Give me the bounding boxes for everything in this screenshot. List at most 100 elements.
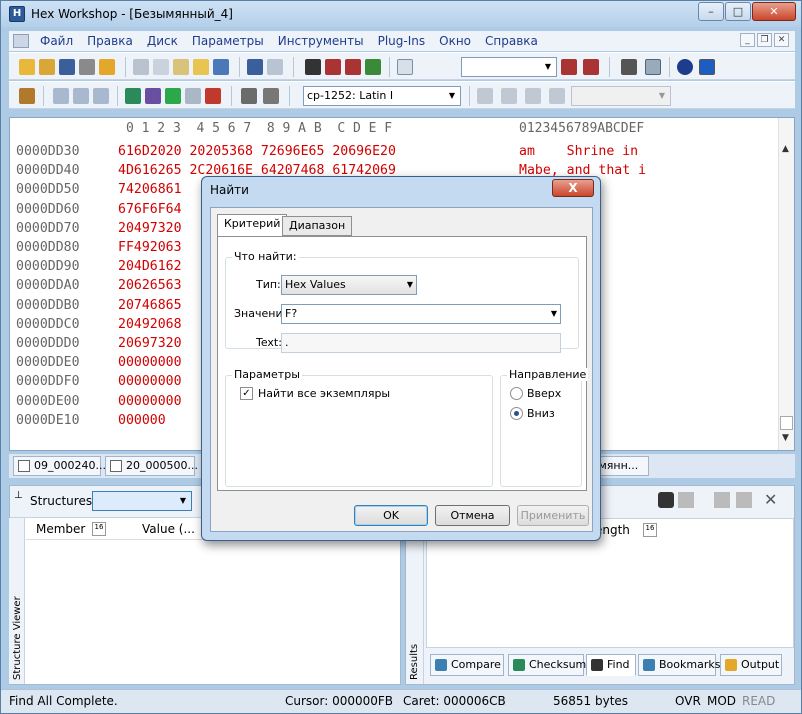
sync-icon[interactable]	[93, 88, 109, 104]
base-convert-icon[interactable]	[621, 59, 637, 75]
menu-plugins[interactable]: Plug-Ins	[371, 34, 433, 48]
scroll-thumb[interactable]	[780, 416, 793, 430]
ok-button[interactable]: OK	[354, 505, 428, 526]
hammer-icon[interactable]	[19, 88, 35, 104]
next-record-icon[interactable]	[525, 88, 541, 104]
clear-results-icon[interactable]	[678, 492, 694, 508]
menu-help[interactable]: Справка	[478, 34, 545, 48]
copy-icon[interactable]	[153, 59, 169, 75]
maximize-button[interactable]: □	[725, 2, 751, 21]
close-button[interactable]: ✕	[752, 2, 796, 21]
doc-tab-2[interactable]: 20_000500...	[105, 456, 198, 476]
document-icon[interactable]	[13, 34, 29, 48]
open-icon[interactable]	[39, 59, 55, 75]
row-hex-bytes[interactable]: 00000000	[118, 353, 182, 372]
mdi-close-icon[interactable]: ✕	[774, 33, 789, 47]
row-hex-bytes[interactable]: 20697320	[118, 334, 182, 353]
find-prev-icon[interactable]	[325, 59, 341, 75]
row-hex-bytes[interactable]: 20626563	[118, 276, 182, 295]
redo-icon[interactable]	[267, 59, 283, 75]
tab-compare[interactable]: Compare	[430, 654, 504, 676]
statistics-icon[interactable]	[205, 88, 221, 104]
text-input[interactable]: .	[281, 333, 561, 353]
paste-icon[interactable]	[173, 59, 189, 75]
checksum-icon[interactable]	[125, 88, 141, 104]
goto-icon[interactable]	[397, 59, 413, 75]
dialog-close-button[interactable]: X	[552, 179, 594, 197]
find-icon[interactable]	[305, 59, 321, 75]
print-icon[interactable]	[79, 59, 95, 75]
mdi-minimize-icon[interactable]: _	[740, 33, 755, 47]
first-record-icon[interactable]	[477, 88, 493, 104]
tab-find[interactable]: Find	[586, 654, 636, 676]
compare-icon[interactable]	[53, 88, 69, 104]
import-icon[interactable]	[736, 492, 752, 508]
hex-mode-icon[interactable]	[645, 59, 661, 75]
bracket-icon[interactable]	[185, 88, 201, 104]
minimize-button[interactable]: –	[698, 2, 724, 21]
tab-output[interactable]: Output	[720, 654, 782, 676]
direction-up-radio[interactable]	[510, 387, 523, 400]
encoding-select[interactable]: cp-1252: Latin I ▼	[303, 86, 461, 106]
bookmark-next-icon[interactable]	[583, 59, 599, 75]
value-input[interactable]: F? ▼	[281, 304, 561, 324]
type-select[interactable]: Hex Values ▼	[281, 275, 417, 295]
prev-record-icon[interactable]	[501, 88, 517, 104]
scroll-up-icon[interactable]: ▲	[782, 144, 789, 154]
value-column[interactable]: Value (...	[142, 522, 195, 536]
row-ascii[interactable]: am Shrine in	[519, 142, 638, 161]
motorola-icon[interactable]	[677, 59, 693, 75]
properties-icon[interactable]	[99, 59, 115, 75]
find-next-icon[interactable]	[345, 59, 361, 75]
menu-edit[interactable]: Правка	[80, 34, 140, 48]
row-hex-bytes[interactable]: 204D6162	[118, 257, 182, 276]
cancel-button[interactable]: Отмена	[435, 505, 510, 526]
mdi-restore-icon[interactable]: ❐	[757, 33, 772, 47]
row-hex-bytes[interactable]: 20492068	[118, 315, 182, 334]
row-hex-bytes[interactable]: 20746865	[118, 296, 182, 315]
row-hex-bytes[interactable]: 676F6F64	[118, 200, 182, 219]
insert-icon[interactable]	[213, 59, 229, 75]
tab-range[interactable]: Диапазон	[282, 216, 353, 236]
title-bar[interactable]: H Hex Workshop - [Безымянный_4] – □ ✕	[1, 1, 801, 27]
row-hex-bytes[interactable]: 20497320	[118, 219, 182, 238]
menu-file[interactable]: Файл	[33, 34, 80, 48]
find-all-checkbox[interactable]: ✓	[240, 387, 253, 400]
row-hex-bytes[interactable]: 00000000	[118, 392, 182, 411]
export-icon[interactable]	[714, 492, 730, 508]
save-icon[interactable]	[59, 59, 75, 75]
replace-icon[interactable]	[365, 59, 381, 75]
new-file-icon[interactable]	[19, 59, 35, 75]
operations-icon[interactable]	[145, 88, 161, 104]
add-icon[interactable]	[165, 88, 181, 104]
close-results-icon[interactable]: ✕	[764, 490, 777, 509]
menu-disk[interactable]: Диск	[140, 34, 185, 48]
settings-icon[interactable]	[241, 88, 257, 104]
tab-checksum[interactable]: Checksum	[508, 654, 586, 676]
paste-special-icon[interactable]	[193, 59, 209, 75]
tab-criteria[interactable]: Критерий	[217, 214, 288, 237]
tab-bookmarks[interactable]: Bookmarks	[638, 654, 720, 676]
menu-window[interactable]: Окно	[432, 34, 478, 48]
scroll-down-icon[interactable]: ▼	[782, 433, 789, 443]
row-hex-bytes[interactable]: 00000000	[118, 372, 182, 391]
copy-compare-icon[interactable]	[73, 88, 89, 104]
row-hex-bytes[interactable]: FF492063	[118, 238, 182, 257]
vertical-scrollbar[interactable]: ▲ ▼	[778, 118, 794, 450]
menu-options[interactable]: Параметры	[185, 34, 271, 48]
member-column[interactable]: Member	[36, 522, 85, 536]
direction-down-radio[interactable]	[510, 407, 523, 420]
last-record-icon[interactable]	[549, 88, 565, 104]
structures-combo[interactable]: ▼	[92, 491, 192, 511]
intel-icon[interactable]	[699, 59, 715, 75]
bookmark-prev-icon[interactable]	[561, 59, 577, 75]
calculator-icon[interactable]	[263, 88, 279, 104]
row-hex-bytes[interactable]: 616D2020 20205368 72696E65 20696E20	[118, 142, 396, 161]
pin-icon[interactable]: ⊥	[14, 490, 23, 501]
find-results-icon[interactable]	[658, 492, 674, 508]
menu-tools[interactable]: Инструменты	[271, 34, 371, 48]
row-hex-bytes[interactable]: 000000	[118, 411, 166, 430]
goto-combo[interactable]: ▼	[461, 57, 557, 77]
doc-tab-1[interactable]: 09_000240...	[13, 456, 106, 476]
row-hex-bytes[interactable]: 74206861	[118, 180, 182, 199]
